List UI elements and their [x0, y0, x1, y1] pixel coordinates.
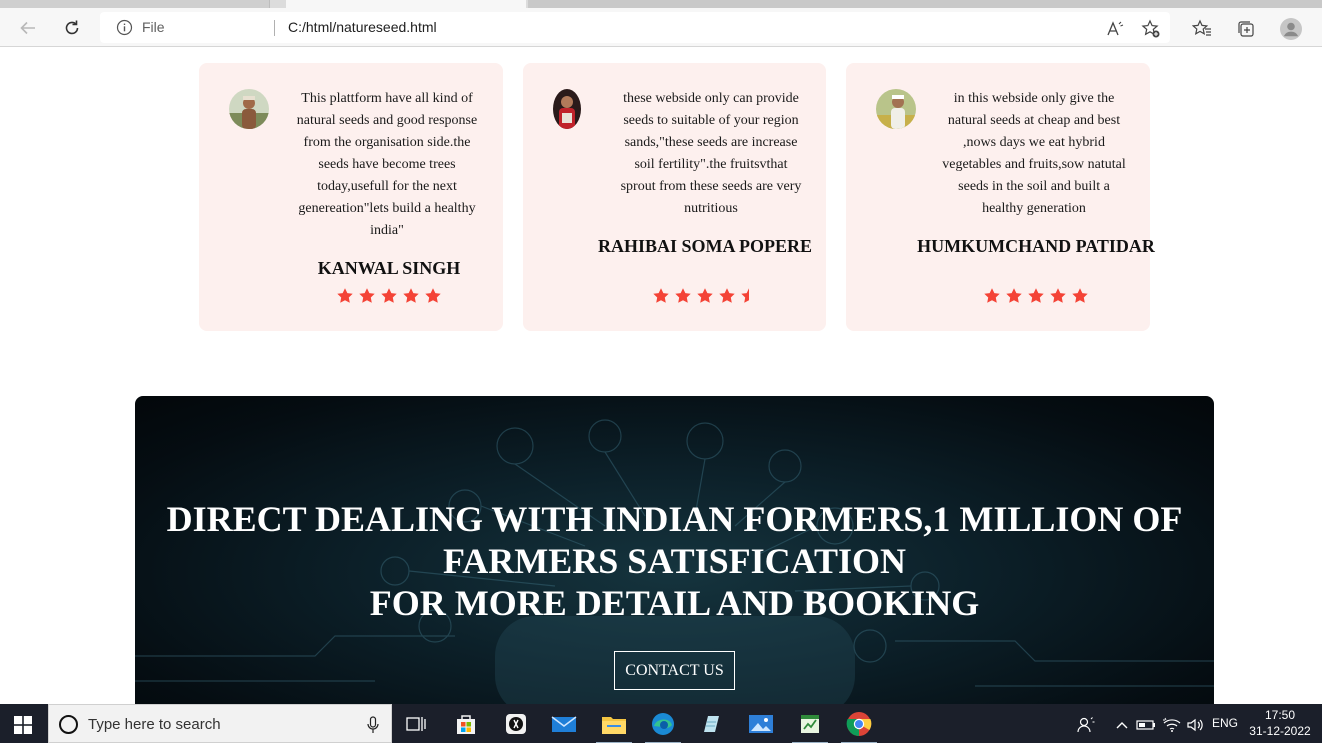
- testimonial-name: KANWAL SINGH: [317, 258, 461, 278]
- tab-strip: [0, 0, 1322, 8]
- avatar: [553, 89, 581, 129]
- store-icon[interactable]: [452, 710, 480, 738]
- address-bar[interactable]: File C:/html/natureseed.html: [100, 12, 1170, 43]
- star-full-icon: [719, 288, 735, 303]
- collections-icon[interactable]: [1235, 18, 1257, 40]
- browser-tab[interactable]: [528, 0, 1322, 8]
- address-separator: [274, 20, 275, 36]
- browser-toolbar: File C:/html/natureseed.html: [0, 8, 1322, 47]
- info-icon[interactable]: [116, 19, 133, 36]
- star-full-icon: [1006, 288, 1022, 303]
- input-language[interactable]: ENG: [1212, 704, 1238, 743]
- testimonial-card: This plattform have all kind of natural …: [199, 63, 503, 331]
- taskbar-search-box[interactable]: Type here to search: [48, 704, 392, 743]
- star-full-icon: [697, 288, 713, 303]
- mail-icon[interactable]: [550, 710, 578, 738]
- star-half-icon: [741, 288, 749, 303]
- star-full-icon: [1050, 288, 1066, 303]
- rating-stars: [269, 287, 509, 309]
- banner-title-line-2: FOR MORE DETAIL AND BOOKING: [369, 583, 980, 623]
- photos-icon[interactable]: [747, 710, 775, 738]
- star-full-icon: [984, 288, 1000, 303]
- star-full-icon: [425, 288, 441, 303]
- rating-stars: [585, 287, 825, 309]
- rating-stars: [916, 287, 1156, 309]
- testimonial-card: these webside only can provide seeds to …: [523, 63, 826, 331]
- epic-icon[interactable]: [502, 710, 530, 738]
- testimonial-text: these webside only can provide seeds to …: [620, 91, 802, 216]
- clock-date: 31-12-2022: [1249, 724, 1311, 738]
- star-full-icon: [403, 288, 419, 303]
- microphone-icon[interactable]: [367, 716, 379, 734]
- contact-us-button[interactable]: CONTACT US: [614, 651, 735, 690]
- address-scheme-label: File: [142, 19, 165, 35]
- star-full-icon: [675, 288, 691, 303]
- clock-time: 17:50: [1264, 708, 1296, 722]
- add-favorite-icon[interactable]: [1140, 18, 1162, 40]
- avatar: [876, 89, 916, 129]
- reload-icon[interactable]: [58, 14, 86, 42]
- cortana-icon: [59, 715, 78, 734]
- testimonial-name: HUMKUMCHAND PATIDAR: [917, 236, 1155, 256]
- banner-title: DIRECT DEALING WITH INDIAN FORMERS,1 MIL…: [155, 498, 1194, 624]
- testimonial-text: in this webside only give the natural se…: [942, 91, 1126, 216]
- chrome-icon[interactable]: [841, 710, 877, 743]
- testimonial-name: RAHIBAI SOMA POPERE: [597, 236, 813, 256]
- read-aloud-icon[interactable]: [1104, 18, 1126, 40]
- spreadsheet-icon[interactable]: [792, 710, 828, 743]
- windows-taskbar: Type here to search ENG 17:50 31-12-2022: [0, 704, 1322, 743]
- testimonial-text: This plattform have all kind of natural …: [296, 91, 478, 238]
- back-arrow-icon[interactable]: [14, 14, 42, 42]
- favorites-icon[interactable]: [1191, 18, 1213, 40]
- browser-tab-active[interactable]: [286, 0, 526, 8]
- star-full-icon: [653, 288, 669, 303]
- banner-title-line-1: DIRECT DEALING WITH INDIAN FORMERS,1 MIL…: [166, 499, 1183, 581]
- star-full-icon: [1028, 288, 1044, 303]
- file-explorer-icon[interactable]: [596, 710, 632, 743]
- profile-icon[interactable]: [1280, 18, 1302, 40]
- star-full-icon: [381, 288, 397, 303]
- testimonial-card: in this webside only give the natural se…: [846, 63, 1155, 331]
- star-full-icon: [337, 288, 353, 303]
- address-url[interactable]: C:/html/natureseed.html: [288, 12, 437, 43]
- battery-icon[interactable]: [1135, 711, 1157, 739]
- people-icon[interactable]: [1076, 711, 1096, 739]
- notepad-icon[interactable]: [697, 710, 725, 738]
- taskbar-search-placeholder: Type here to search: [88, 716, 221, 733]
- wifi-icon[interactable]: [1160, 711, 1184, 739]
- star-full-icon: [359, 288, 375, 303]
- windows-start-icon[interactable]: [14, 716, 32, 734]
- volume-icon[interactable]: [1184, 711, 1206, 739]
- star-full-icon: [1072, 288, 1088, 303]
- chevron-up-icon[interactable]: [1112, 711, 1132, 739]
- cta-banner: DIRECT DEALING WITH INDIAN FORMERS,1 MIL…: [135, 396, 1214, 716]
- edge-icon[interactable]: [645, 710, 681, 743]
- taskbar-clock[interactable]: 17:50 31-12-2022: [1248, 707, 1312, 739]
- task-view-icon[interactable]: [402, 710, 430, 738]
- avatar: [229, 89, 269, 129]
- browser-tab[interactable]: [0, 0, 270, 8]
